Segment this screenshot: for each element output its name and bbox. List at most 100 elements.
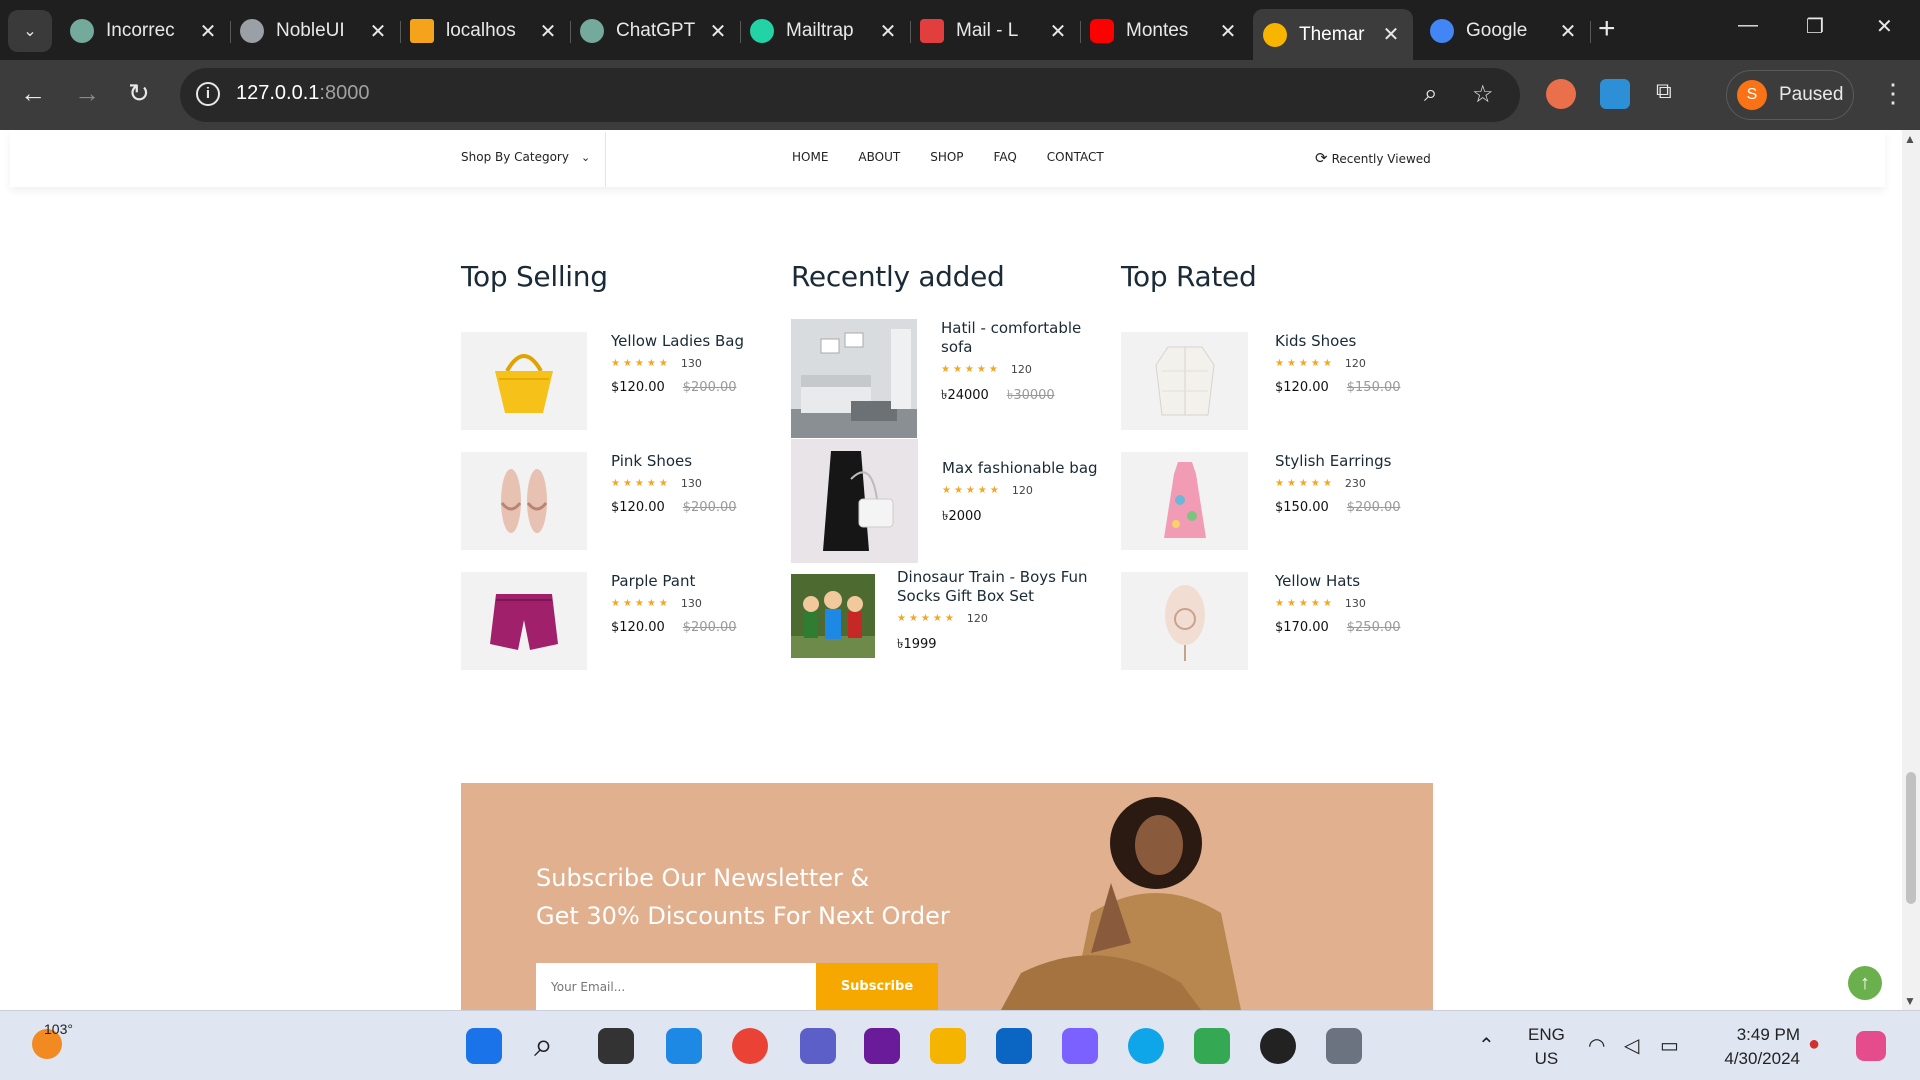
- product-name[interactable]: Yellow Hats: [1275, 572, 1401, 591]
- new-tab-plus-icon[interactable]: +: [1598, 12, 1616, 46]
- browser-tab[interactable]: Montes ✕: [1080, 9, 1250, 53]
- language-indicator[interactable]: ENG US: [1528, 1023, 1565, 1071]
- url-text[interactable]: 127.0.0.1:8000: [236, 82, 369, 105]
- scroll-down-arrow-icon[interactable]: ▼: [1904, 994, 1916, 1008]
- menu-item-home[interactable]: HOME: [792, 150, 828, 164]
- winrar-icon[interactable]: [864, 1028, 900, 1064]
- browser-tab[interactable]: Mailtrap ✕: [740, 9, 911, 53]
- product-item[interactable]: Dinosaur Train - Boys Fun Socks Gift Box …: [791, 568, 1088, 658]
- product-item[interactable]: Max fashionable bag ★★★★★ 120 ৳2000: [791, 439, 1098, 563]
- menu-item-faq[interactable]: FAQ: [994, 150, 1017, 164]
- volume-icon[interactable]: ◁: [1624, 1033, 1639, 1058]
- product-item[interactable]: Stylish Earrings ★★★★★ 230 $150.00 $200.00: [1121, 452, 1401, 550]
- browser-tab[interactable]: Incorrec ✕: [60, 9, 231, 53]
- profile-button[interactable]: S Paused: [1726, 70, 1854, 120]
- extensions-puzzle-icon[interactable]: ⧉: [1656, 78, 1672, 104]
- photos-icon[interactable]: [1194, 1028, 1230, 1064]
- close-icon[interactable]: ✕: [1556, 19, 1580, 44]
- browser-tab[interactable]: NobleUI ✕: [230, 9, 401, 53]
- product-image[interactable]: [791, 319, 917, 438]
- scroll-to-top-button[interactable]: ↑: [1848, 966, 1882, 1000]
- media-player-icon[interactable]: [1260, 1028, 1296, 1064]
- product-name[interactable]: Parple Pant: [611, 572, 737, 591]
- close-icon[interactable]: ✕: [1046, 19, 1070, 44]
- product-image[interactable]: [791, 574, 875, 658]
- product-image[interactable]: [1121, 572, 1248, 670]
- scrollbar-thumb[interactable]: [1906, 772, 1916, 904]
- close-window-icon[interactable]: ✕: [1876, 14, 1893, 39]
- recently-viewed-link[interactable]: ⟳ Recently Viewed: [1315, 149, 1431, 167]
- task-view-icon[interactable]: [598, 1028, 634, 1064]
- windows-start-icon[interactable]: [466, 1028, 502, 1064]
- product-image[interactable]: [1121, 332, 1248, 430]
- product-item[interactable]: Kids Shoes ★★★★★ 120 $120.00 $150.00: [1121, 332, 1401, 430]
- product-image[interactable]: [461, 572, 587, 670]
- notification-bell-icon[interactable]: ●: [1808, 1033, 1820, 1056]
- product-item[interactable]: Yellow Hats ★★★★★ 130 $170.00 $250.00: [1121, 572, 1401, 670]
- mail-icon[interactable]: [996, 1028, 1032, 1064]
- menu-kebab-icon[interactable]: ⋮: [1880, 78, 1906, 109]
- menu-item-shop[interactable]: SHOP: [930, 150, 963, 164]
- product-name[interactable]: Yellow Ladies Bag: [611, 332, 744, 351]
- close-icon[interactable]: ✕: [706, 19, 730, 44]
- product-image[interactable]: [1121, 452, 1248, 550]
- newsletter-email-input[interactable]: [536, 963, 816, 1010]
- product-name[interactable]: Dinosaur Train - Boys Fun Socks Gift Box …: [897, 568, 1088, 606]
- browser-tab[interactable]: localhos ✕: [400, 9, 571, 53]
- close-icon[interactable]: ✕: [536, 19, 560, 44]
- chevron-up-icon[interactable]: ⌃: [1478, 1033, 1495, 1058]
- shop-by-category-dropdown[interactable]: Shop By Category ⌄: [461, 150, 590, 164]
- vscode-icon[interactable]: [666, 1028, 702, 1064]
- bookmark-star-icon[interactable]: ☆: [1472, 80, 1494, 109]
- subscribe-button[interactable]: Subscribe: [816, 963, 938, 1010]
- menu-item-contact[interactable]: CONTACT: [1047, 150, 1104, 164]
- close-icon[interactable]: ✕: [366, 19, 390, 44]
- system-clock[interactable]: 3:49 PM 4/30/2024: [1710, 1023, 1800, 1071]
- tab-search-button[interactable]: ⌄: [8, 10, 52, 52]
- product-image[interactable]: [461, 452, 587, 550]
- close-icon[interactable]: ✕: [1216, 19, 1240, 44]
- minimize-icon[interactable]: —: [1738, 14, 1758, 37]
- product-item[interactable]: Hatil - comfortable sofa ★★★★★ 120 ৳24000 ৳…: [791, 319, 1081, 438]
- chrome-icon[interactable]: [732, 1028, 768, 1064]
- browser-tab-active[interactable]: Themar ✕: [1253, 9, 1413, 60]
- reload-icon[interactable]: ↻: [128, 78, 150, 109]
- product-name[interactable]: Max fashionable bag: [942, 459, 1098, 478]
- browser-tab[interactable]: Mail - L ✕: [910, 9, 1081, 53]
- close-icon[interactable]: ✕: [1379, 22, 1403, 47]
- restore-icon[interactable]: ❐: [1806, 14, 1824, 39]
- close-icon[interactable]: ✕: [876, 19, 900, 44]
- address-bar[interactable]: i 127.0.0.1:8000 ⌕ ☆: [180, 68, 1520, 122]
- scroll-up-arrow-icon[interactable]: ▲: [1904, 132, 1916, 146]
- browser-tab[interactable]: Google ✕: [1420, 9, 1591, 53]
- menu-item-about[interactable]: ABOUT: [858, 150, 900, 164]
- product-image[interactable]: [461, 332, 587, 430]
- product-name[interactable]: Kids Shoes: [1275, 332, 1401, 351]
- formula-extension-icon[interactable]: [1600, 79, 1630, 109]
- copilot-pre-icon[interactable]: [1856, 1031, 1886, 1061]
- product-item[interactable]: Pink Shoes ★★★★★ 130 $120.00 $200.00: [461, 452, 737, 550]
- page-scrollbar[interactable]: ▲ ▼: [1902, 130, 1920, 1010]
- search-icon[interactable]: ⌕: [534, 1028, 570, 1064]
- product-name[interactable]: Pink Shoes: [611, 452, 737, 471]
- forward-arrow-icon[interactable]: →: [74, 78, 100, 109]
- close-icon[interactable]: ✕: [196, 19, 220, 44]
- product-item[interactable]: Yellow Ladies Bag ★★★★★ 130 $120.00 $200.0…: [461, 332, 744, 430]
- cookie-extension-icon[interactable]: [1546, 79, 1576, 109]
- product-image[interactable]: [791, 439, 918, 563]
- teams-icon[interactable]: [800, 1028, 836, 1064]
- browser-tab[interactable]: ChatGPT ✕: [570, 9, 741, 53]
- edge-icon[interactable]: [1128, 1028, 1164, 1064]
- copilot-icon[interactable]: [1062, 1028, 1098, 1064]
- product-name[interactable]: Hatil - comfortable sofa: [941, 319, 1081, 357]
- zoom-icon[interactable]: ⌕: [1424, 80, 1437, 108]
- site-info-icon[interactable]: i: [196, 82, 220, 106]
- rating-stars: ★★★★★: [941, 364, 1001, 375]
- battery-icon[interactable]: ▭: [1660, 1033, 1679, 1058]
- wifi-icon[interactable]: ◠: [1588, 1033, 1605, 1058]
- product-item[interactable]: Parple Pant ★★★★★ 130 $120.00 $200.00: [461, 572, 737, 670]
- back-arrow-icon[interactable]: ←: [20, 78, 46, 109]
- file-explorer-icon[interactable]: [930, 1028, 966, 1064]
- calculator-icon[interactable]: [1326, 1028, 1362, 1064]
- product-name[interactable]: Stylish Earrings: [1275, 452, 1401, 471]
